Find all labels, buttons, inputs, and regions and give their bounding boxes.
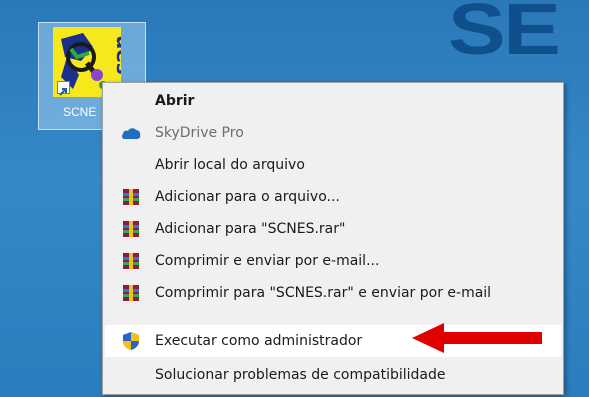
- uac-shield-icon: [121, 332, 141, 350]
- shortcut-arrow-icon: [57, 81, 70, 96]
- winrar-icon: [121, 252, 141, 270]
- icon-vertical-letters: ues: [112, 35, 121, 75]
- shortcut-label: SCNE: [63, 105, 97, 119]
- menu-item-skydrive-pro[interactable]: SkyDrive Pro: [105, 117, 561, 149]
- menu-item-label: Solucionar problemas de compatibilidade: [155, 367, 446, 383]
- menu-item-abrir-local[interactable]: Abrir local do arquivo: [105, 149, 561, 181]
- menu-item-label: Abrir local do arquivo: [155, 157, 305, 173]
- winrar-icon: [121, 220, 141, 238]
- winrar-icon: [121, 188, 141, 206]
- menu-item-adicionar-arquivo[interactable]: Adicionar para o arquivo...: [105, 181, 561, 213]
- menu-item-adicionar-scnes-rar[interactable]: Adicionar para "SCNES.rar": [105, 213, 561, 245]
- skydrive-cloud-icon: [121, 124, 141, 142]
- menu-item-label: Adicionar para "SCNES.rar": [155, 221, 346, 237]
- red-arrow-annotation-icon: [412, 323, 542, 353]
- winrar-icon: [121, 284, 141, 302]
- menu-item-solucionar-compatibilidade[interactable]: Solucionar problemas de compatibilidade: [105, 359, 561, 391]
- menu-item-abrir[interactable]: Abrir: [105, 85, 561, 117]
- menu-item-label: Comprimir para "SCNES.rar" e enviar por …: [155, 285, 492, 301]
- menu-item-comprimir-email[interactable]: Comprimir e enviar por e-mail...: [105, 245, 561, 277]
- menu-item-label: Abrir: [155, 93, 195, 109]
- menu-item-comprimir-scnes-email[interactable]: Comprimir para "SCNES.rar" e enviar por …: [105, 277, 561, 309]
- background-brand-logo: SE: [448, 0, 561, 70]
- menu-item-label: SkyDrive Pro: [155, 125, 244, 141]
- menu-item-label: Executar como administrador: [155, 333, 363, 349]
- menu-item-label: Comprimir e enviar por e-mail...: [155, 253, 380, 269]
- menu-item-label: Adicionar para o arquivo...: [155, 189, 340, 205]
